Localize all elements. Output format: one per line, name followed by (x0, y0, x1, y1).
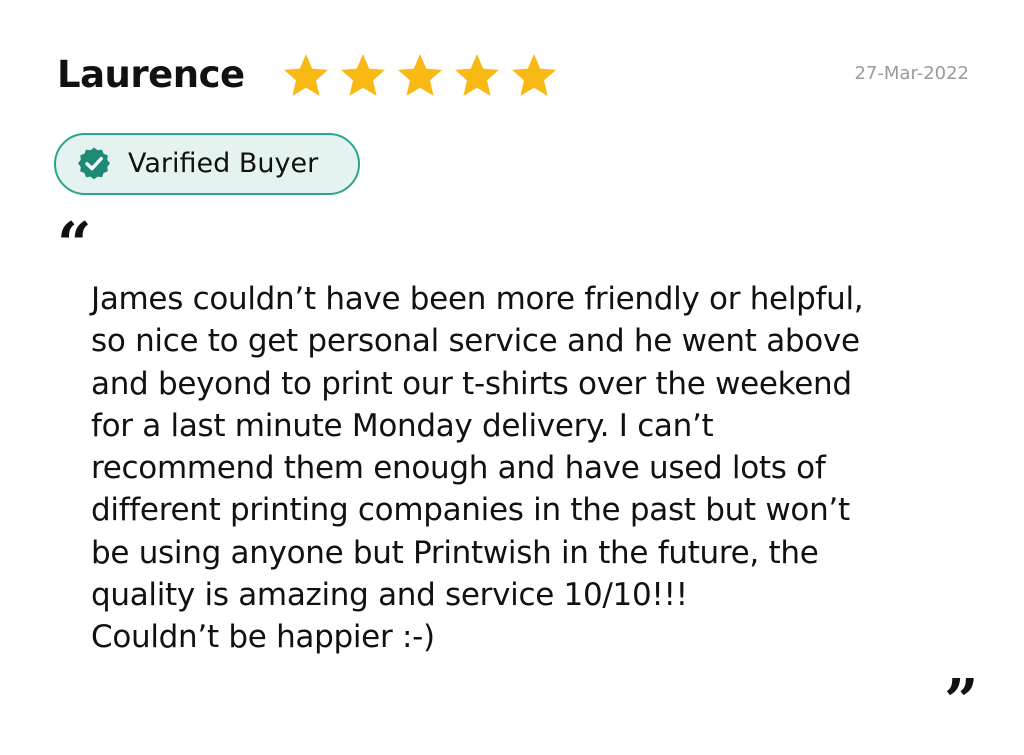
review-text-line: and beyond to print our t-shirts over th… (91, 365, 852, 402)
review-text-line: different printing companies in the past… (91, 492, 850, 529)
review-text-line: for a last minute Monday delivery. I can… (91, 407, 714, 444)
review-text-line: quality is amazing and service 10/10!!! (91, 577, 688, 614)
review-text-line: so nice to get personal service and he w… (91, 323, 860, 360)
review-card: Laurence 27-Mar-2022 Varified Buyer “ Ja… (0, 0, 1024, 755)
review-text-line: Couldn’t be happier :-) (91, 619, 435, 656)
verified-check-icon (76, 146, 112, 182)
review-text: James couldn’t have been more friendly o… (91, 278, 971, 659)
star-icon (338, 50, 388, 100)
review-date: 27-Mar-2022 (854, 63, 969, 84)
review-text-line: be using anyone but Printwish in the fut… (91, 534, 819, 571)
verified-buyer-label: Varified Buyer (128, 148, 319, 179)
open-quote-icon: “ (57, 210, 92, 280)
review-text-line: James couldn’t have been more friendly o… (91, 281, 864, 317)
close-quote-icon: ” (944, 667, 979, 737)
review-text-line: recommend them enough and have used lots… (91, 450, 826, 487)
star-icon (395, 50, 445, 100)
star-icon (452, 50, 502, 100)
rating-stars (281, 50, 559, 100)
reviewer-name: Laurence (57, 53, 245, 96)
star-icon (509, 50, 559, 100)
star-icon (281, 50, 331, 100)
verified-buyer-badge: Varified Buyer (54, 133, 360, 195)
